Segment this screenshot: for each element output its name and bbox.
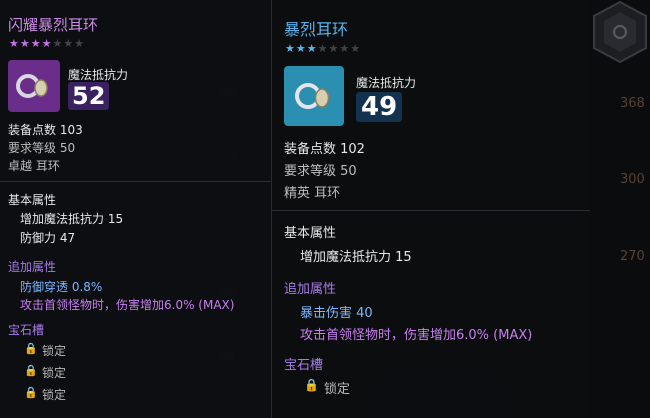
star-rating: ★★★★★★★ <box>9 37 85 50</box>
gem-slot-label: 锁定 <box>42 388 67 402</box>
section-extra-title: 追加属性 <box>284 282 337 297</box>
gem-slot: 🔒 锁定 <box>304 378 350 397</box>
item-title: 闪耀暴烈耳环 <box>8 16 99 34</box>
star-empty-icon: ★ <box>63 37 75 50</box>
section-gem-title: 宝石槽 <box>8 323 45 337</box>
star-filled-icon: ★ <box>41 37 53 50</box>
bg-number: 368 <box>620 96 645 111</box>
extra-attr: 攻击首领怪物时，伤害增加6.0% (MAX) <box>20 298 235 312</box>
section-basic-title: 基本属性 <box>284 226 337 241</box>
star-filled-icon: ★ <box>9 37 20 50</box>
basic-attr: 防御力 47 <box>20 231 76 245</box>
gem-slot: 🔒 锁定 <box>24 342 66 359</box>
required-level: 要求等级 50 <box>284 164 357 179</box>
required-level: 要求等级 50 <box>8 141 76 155</box>
earring-icon <box>12 64 56 108</box>
star-filled-icon: ★ <box>306 42 318 55</box>
equip-points: 装备点数 103 <box>8 123 83 137</box>
star-empty-icon: ★ <box>339 42 351 55</box>
gem-slot: 🔒 锁定 <box>24 364 66 381</box>
extra-attr: 攻击首领怪物时，伤害增加6.0% (MAX) <box>300 328 533 343</box>
star-filled-icon: ★ <box>285 42 296 55</box>
star-filled-icon: ★ <box>30 37 42 50</box>
divider <box>272 210 590 211</box>
gem-slot-label: 锁定 <box>42 366 67 380</box>
item-title: 暴烈耳环 <box>284 20 349 39</box>
star-rating: ★★★★★★★ <box>285 42 361 55</box>
stat-value: 49 <box>356 92 403 122</box>
item-grade: 卓越 耳环 <box>8 159 60 173</box>
stat-name: 魔法抵抗力 <box>356 76 417 90</box>
item-tooltip-left: 闪耀暴烈耳环 ★★★★★★★ 魔法抵抗力 52 装备点数 103 要求等级 50… <box>0 0 272 418</box>
lock-icon: 🔒 <box>24 364 38 377</box>
lock-icon: 🔒 <box>24 342 38 355</box>
gem-frame-icon <box>590 0 650 64</box>
basic-attr: 增加魔法抵抗力 15 <box>20 212 124 226</box>
lock-icon: 🔒 <box>24 386 38 399</box>
star-filled-icon: ★ <box>295 42 307 55</box>
extra-attr: 防御穿透 0.8% <box>20 280 103 294</box>
bg-number: 270 <box>620 249 645 264</box>
section-basic-title: 基本属性 <box>8 193 57 207</box>
equip-points: 装备点数 102 <box>284 142 365 157</box>
star-empty-icon: ★ <box>328 42 340 55</box>
star-filled-icon: ★ <box>19 37 31 50</box>
item-icon-frame <box>8 60 60 112</box>
star-empty-icon: ★ <box>317 42 329 55</box>
stat-name: 魔法抵抗力 <box>68 68 129 82</box>
gem-slot-label: 锁定 <box>324 382 351 397</box>
star-empty-icon: ★ <box>52 37 64 50</box>
gem-slot-label: 锁定 <box>42 344 67 358</box>
item-icon-frame <box>284 66 344 126</box>
bg-number: 300 <box>620 172 645 187</box>
item-tooltip-right: 暴烈耳环 ★★★★★★★ 魔法抵抗力 49 装备点数 102 要求等级 50 精… <box>272 0 590 418</box>
basic-attr: 增加魔法抵抗力 15 <box>300 250 412 265</box>
gem-slot: 🔒 锁定 <box>24 386 66 403</box>
star-empty-icon: ★ <box>350 42 362 55</box>
stat-value: 52 <box>68 82 110 110</box>
item-grade: 精英 耳环 <box>284 186 341 201</box>
section-extra-title: 追加属性 <box>8 260 57 274</box>
extra-attr: 暴击伤害 40 <box>300 306 373 321</box>
star-empty-icon: ★ <box>74 37 86 50</box>
earring-icon <box>290 72 338 120</box>
divider <box>0 181 272 182</box>
section-gem-title: 宝石槽 <box>284 358 324 373</box>
lock-icon: 🔒 <box>304 378 319 392</box>
